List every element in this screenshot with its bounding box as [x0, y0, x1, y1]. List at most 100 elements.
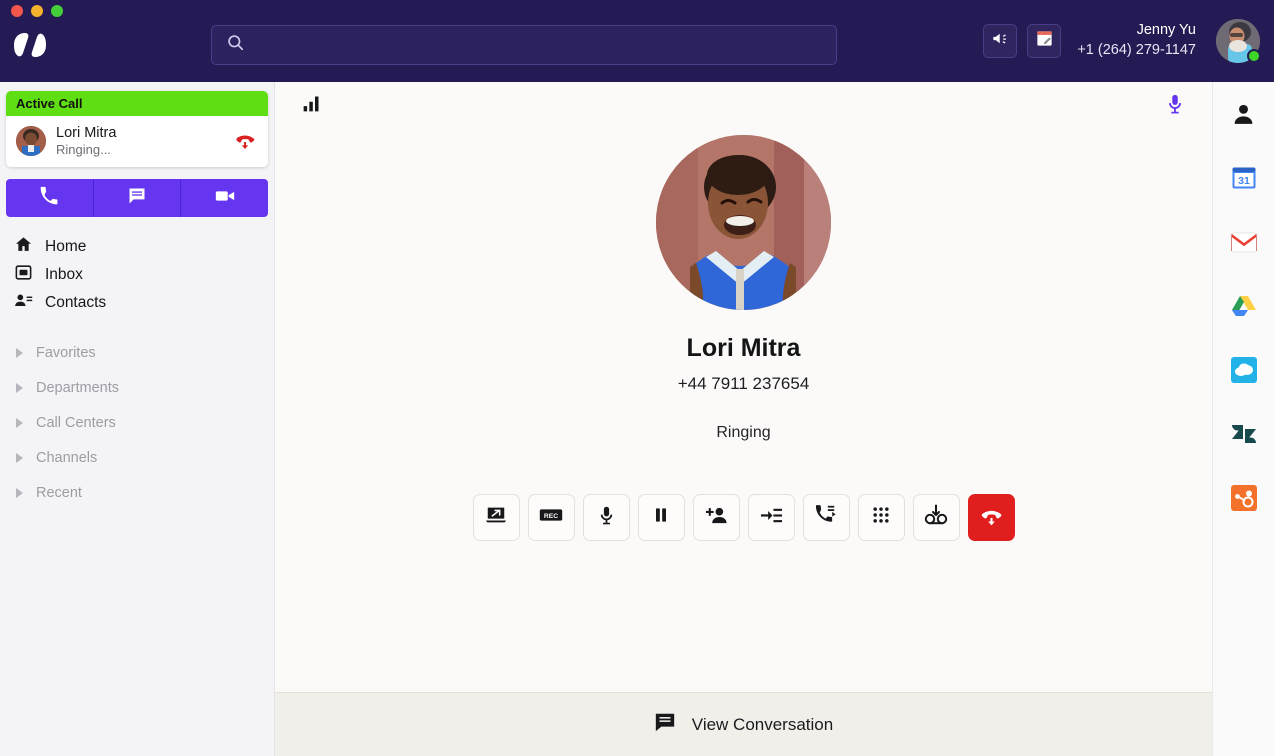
callee-number: +44 7911 237654 — [677, 374, 810, 393]
sidebar: Active Call Lori Mitra Ringing... Home I… — [0, 82, 275, 756]
callee-photo — [656, 135, 831, 310]
pause-icon — [651, 505, 671, 530]
sidebar-group-favorites[interactable]: Favorites — [0, 335, 274, 370]
rail-gmail[interactable] — [1230, 228, 1258, 256]
sidebar-group-label: Departments — [36, 379, 120, 396]
call-panel-topbar — [275, 82, 1212, 130]
current-user-info[interactable]: Jenny Yu +1 (264) 279-1147 — [1077, 21, 1196, 60]
sidebar-group-call-centers[interactable]: Call Centers — [0, 405, 274, 440]
call-status: Ringing — [716, 424, 771, 441]
home-icon — [14, 235, 33, 259]
view-conversation-bar[interactable]: View Conversation — [275, 692, 1212, 756]
app-header: Jenny Yu +1 (264) 279-1147 — [0, 0, 1274, 82]
integrations-rail: 31 — [1212, 82, 1274, 756]
active-call-hangup-button[interactable] — [232, 128, 258, 154]
call-stage: Lori Mitra +44 7911 237654 Ringing REC — [275, 130, 1212, 692]
add-person-icon — [705, 504, 728, 532]
notepad-icon — [1035, 29, 1054, 53]
chevron-right-icon — [16, 382, 23, 393]
active-call-body: Lori Mitra Ringing... — [6, 116, 268, 168]
add-participant-button[interactable] — [692, 494, 740, 541]
svg-text:REC: REC — [544, 513, 558, 520]
sidebar-group-recent[interactable]: Recent — [0, 475, 274, 510]
window-maximize-button[interactable] — [51, 5, 63, 17]
search-bar[interactable] — [211, 25, 837, 65]
park-call-button[interactable] — [802, 494, 850, 541]
call-controls: REC — [472, 494, 1015, 541]
signal-bars-icon — [301, 93, 322, 119]
window-traffic-lights — [11, 5, 63, 17]
sidebar-group-channels[interactable]: Channels — [0, 440, 274, 475]
view-conversation-label: View Conversation — [691, 714, 834, 734]
search-input[interactable] — [255, 37, 795, 53]
phone-forward-icon — [815, 504, 837, 531]
video-camera-icon — [214, 185, 236, 212]
transfer-button[interactable] — [747, 494, 795, 541]
active-call-text: Lori Mitra Ringing... — [56, 124, 232, 158]
sidebar-item-label: Inbox — [45, 266, 83, 284]
announcement-button[interactable] — [983, 24, 1018, 58]
voicemail-icon — [924, 503, 948, 532]
quick-actions-row — [6, 179, 268, 218]
sidebar-item-contacts[interactable]: Contacts — [0, 289, 274, 317]
svg-text:31: 31 — [1238, 175, 1250, 187]
active-call-avatar — [16, 126, 46, 157]
header-right-cluster: Jenny Yu +1 (264) 279-1147 — [983, 0, 1261, 82]
dialpad-logo — [12, 32, 48, 58]
dialpad-grid-icon — [871, 505, 891, 530]
sidebar-groups: Favorites Departments Call Centers Chann… — [0, 335, 274, 510]
end-call-button[interactable] — [967, 494, 1015, 541]
active-call-card[interactable]: Active Call Lori Mitra Ringing... — [6, 91, 268, 168]
rail-google-calendar[interactable]: 31 — [1230, 164, 1258, 192]
window-close-button[interactable] — [11, 5, 23, 17]
inbox-icon — [14, 263, 33, 287]
sidebar-group-departments[interactable]: Departments — [0, 370, 274, 405]
user-name: Jenny Yu — [1136, 22, 1196, 39]
mute-button[interactable] — [582, 494, 630, 541]
contacts-icon — [14, 291, 33, 315]
voicemail-button[interactable] — [912, 494, 960, 541]
sidebar-item-label: Contacts — [45, 294, 107, 312]
record-button[interactable]: REC — [527, 494, 575, 541]
hold-button[interactable] — [637, 494, 685, 541]
rail-google-drive[interactable] — [1230, 292, 1258, 320]
sidebar-group-label: Channels — [36, 449, 98, 466]
new-message-button[interactable] — [93, 179, 182, 218]
keypad-button[interactable] — [857, 494, 905, 541]
sidebar-group-label: Favorites — [36, 344, 96, 361]
sidebar-item-label: Home — [45, 238, 87, 256]
chevron-right-icon — [16, 452, 23, 463]
presence-status-dot — [1247, 49, 1261, 63]
rec-icon: REC — [539, 505, 563, 530]
new-video-button[interactable] — [181, 179, 268, 218]
rail-zendesk[interactable] — [1230, 420, 1258, 448]
end-call-icon — [979, 503, 1004, 533]
chat-icon — [127, 186, 147, 211]
sidebar-group-label: Recent — [36, 484, 82, 501]
sidebar-item-inbox[interactable]: Inbox — [0, 261, 274, 289]
new-call-button[interactable] — [6, 179, 94, 218]
search-icon — [226, 33, 245, 57]
hangup-icon — [233, 127, 257, 156]
microphone-icon — [596, 505, 617, 531]
chat-icon — [654, 711, 676, 738]
chevron-right-icon — [16, 417, 23, 428]
callee-name: Lori Mitra — [686, 334, 801, 362]
window-minimize-button[interactable] — [31, 5, 43, 17]
notes-button[interactable] — [1027, 24, 1062, 58]
screen-share-button[interactable] — [472, 494, 520, 541]
microphone-icon[interactable] — [1164, 93, 1186, 120]
rail-hubspot[interactable] — [1230, 484, 1258, 512]
active-call-status: Ringing... — [56, 142, 111, 158]
user-avatar[interactable] — [1216, 19, 1261, 63]
rail-salesforce[interactable] — [1230, 356, 1258, 384]
active-call-name: Lori Mitra — [56, 125, 117, 141]
rail-contact[interactable] — [1230, 100, 1258, 128]
active-call-header: Active Call — [6, 91, 268, 116]
phone-icon — [39, 186, 59, 211]
chevron-right-icon — [16, 347, 23, 358]
sidebar-item-home[interactable]: Home — [0, 233, 274, 261]
chevron-right-icon — [16, 487, 23, 498]
user-phone: +1 (264) 279-1147 — [1077, 42, 1196, 58]
call-panel: Lori Mitra +44 7911 237654 Ringing REC V… — [275, 82, 1212, 756]
